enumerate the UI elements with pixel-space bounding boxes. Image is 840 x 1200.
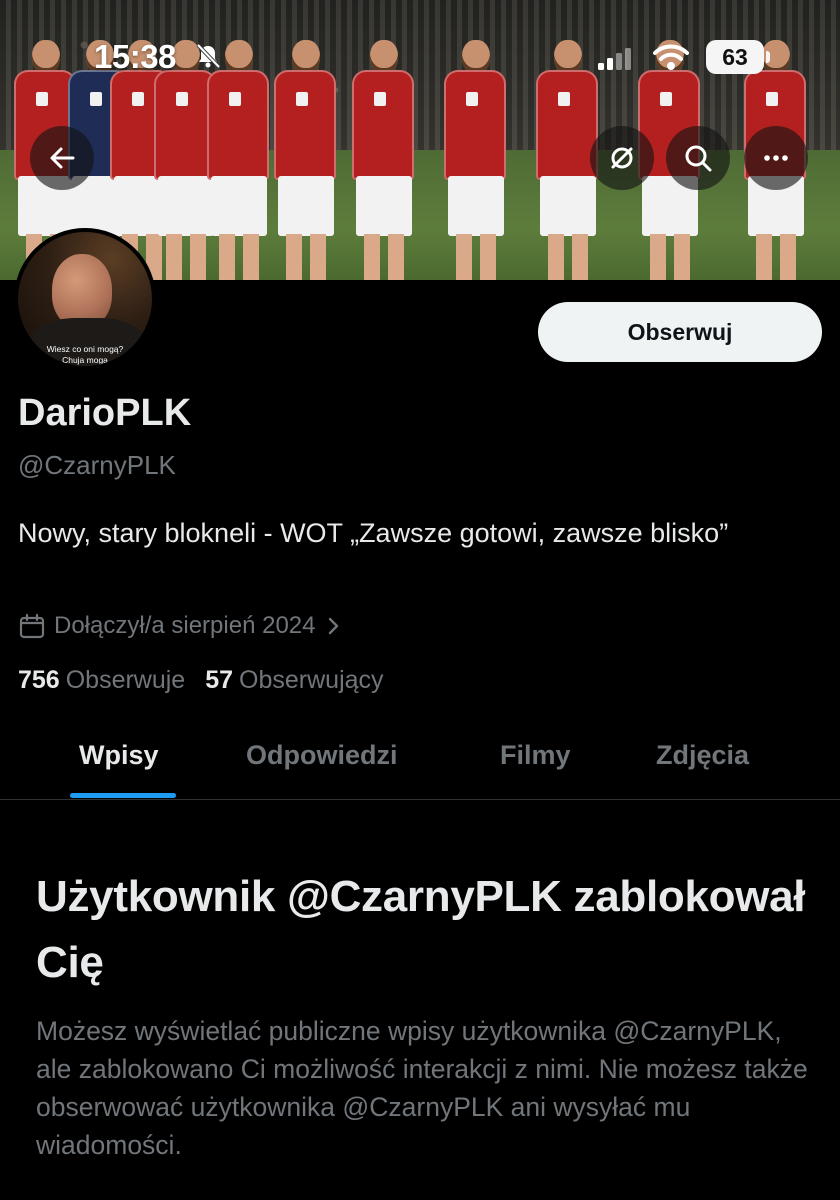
banner-player	[272, 40, 336, 280]
follow-button[interactable]: Obserwuj	[538, 302, 822, 362]
tab-photos[interactable]: Zdjęcia	[656, 740, 749, 771]
active-tab-indicator	[70, 793, 176, 798]
following-link[interactable]: 756 Obserwuje	[18, 666, 185, 695]
avatar[interactable]: Wiesz co oni mogą? Chuja mogą	[14, 228, 156, 370]
privacy-icon	[611, 147, 633, 169]
chevron-right-icon	[329, 617, 339, 635]
blocked-description: Możesz wyświetlać publiczne wpisy użytko…	[36, 1016, 808, 1160]
tab-replies[interactable]: Odpowiedzi	[246, 740, 398, 771]
more-icon	[764, 155, 788, 161]
followers-link[interactable]: 57 Obserwujący	[205, 666, 383, 695]
back-arrow-icon	[50, 147, 75, 169]
profile-stats: 756 Obserwuje 57 Obserwujący	[18, 666, 384, 695]
joined-date-label: Dołączył/a sierpień 2024	[54, 612, 316, 639]
following-count: 756	[18, 666, 60, 694]
user-handle: @CzarnyPLK	[18, 450, 176, 480]
blocked-title: Użytkownik @CzarnyPLK zablokował Cię	[36, 872, 806, 987]
joined-date[interactable]: Dołączył/a sierpień 2024	[18, 610, 343, 642]
followers-label: Obserwujący	[239, 666, 384, 694]
search-icon	[685, 145, 712, 172]
tab-posts[interactable]: Wpisy	[79, 740, 159, 771]
profile-bio: Nowy, stary blokneli - WOT „Zawsze gotow…	[18, 518, 729, 548]
battery-icon: 63	[706, 40, 770, 74]
calendar-icon	[19, 613, 45, 639]
display-name: DarioPLK	[18, 392, 192, 434]
signal-icon	[598, 48, 631, 70]
avatar-caption: Chuja mogą	[62, 355, 108, 365]
followers-count: 57	[205, 666, 234, 694]
more-button[interactable]	[744, 126, 808, 190]
bell-slash-icon	[196, 43, 221, 69]
banner-player	[442, 40, 506, 280]
wifi-icon	[653, 44, 689, 70]
banner-player	[350, 40, 414, 280]
search-button[interactable]	[666, 126, 730, 190]
status-time: 15:38	[94, 38, 176, 75]
avatar-caption: Wiesz co oni mogą?	[46, 344, 124, 354]
back-button[interactable]	[30, 126, 94, 190]
banner-player	[534, 40, 598, 280]
banner-player	[205, 40, 269, 280]
following-label: Obserwuje	[65, 666, 186, 694]
privacy-button[interactable]	[590, 126, 654, 190]
profile-tabs: Wpisy Odpowiedzi Filmy Zdjęcia	[0, 728, 840, 800]
avatar-face	[52, 254, 112, 328]
tab-videos[interactable]: Filmy	[500, 740, 571, 771]
